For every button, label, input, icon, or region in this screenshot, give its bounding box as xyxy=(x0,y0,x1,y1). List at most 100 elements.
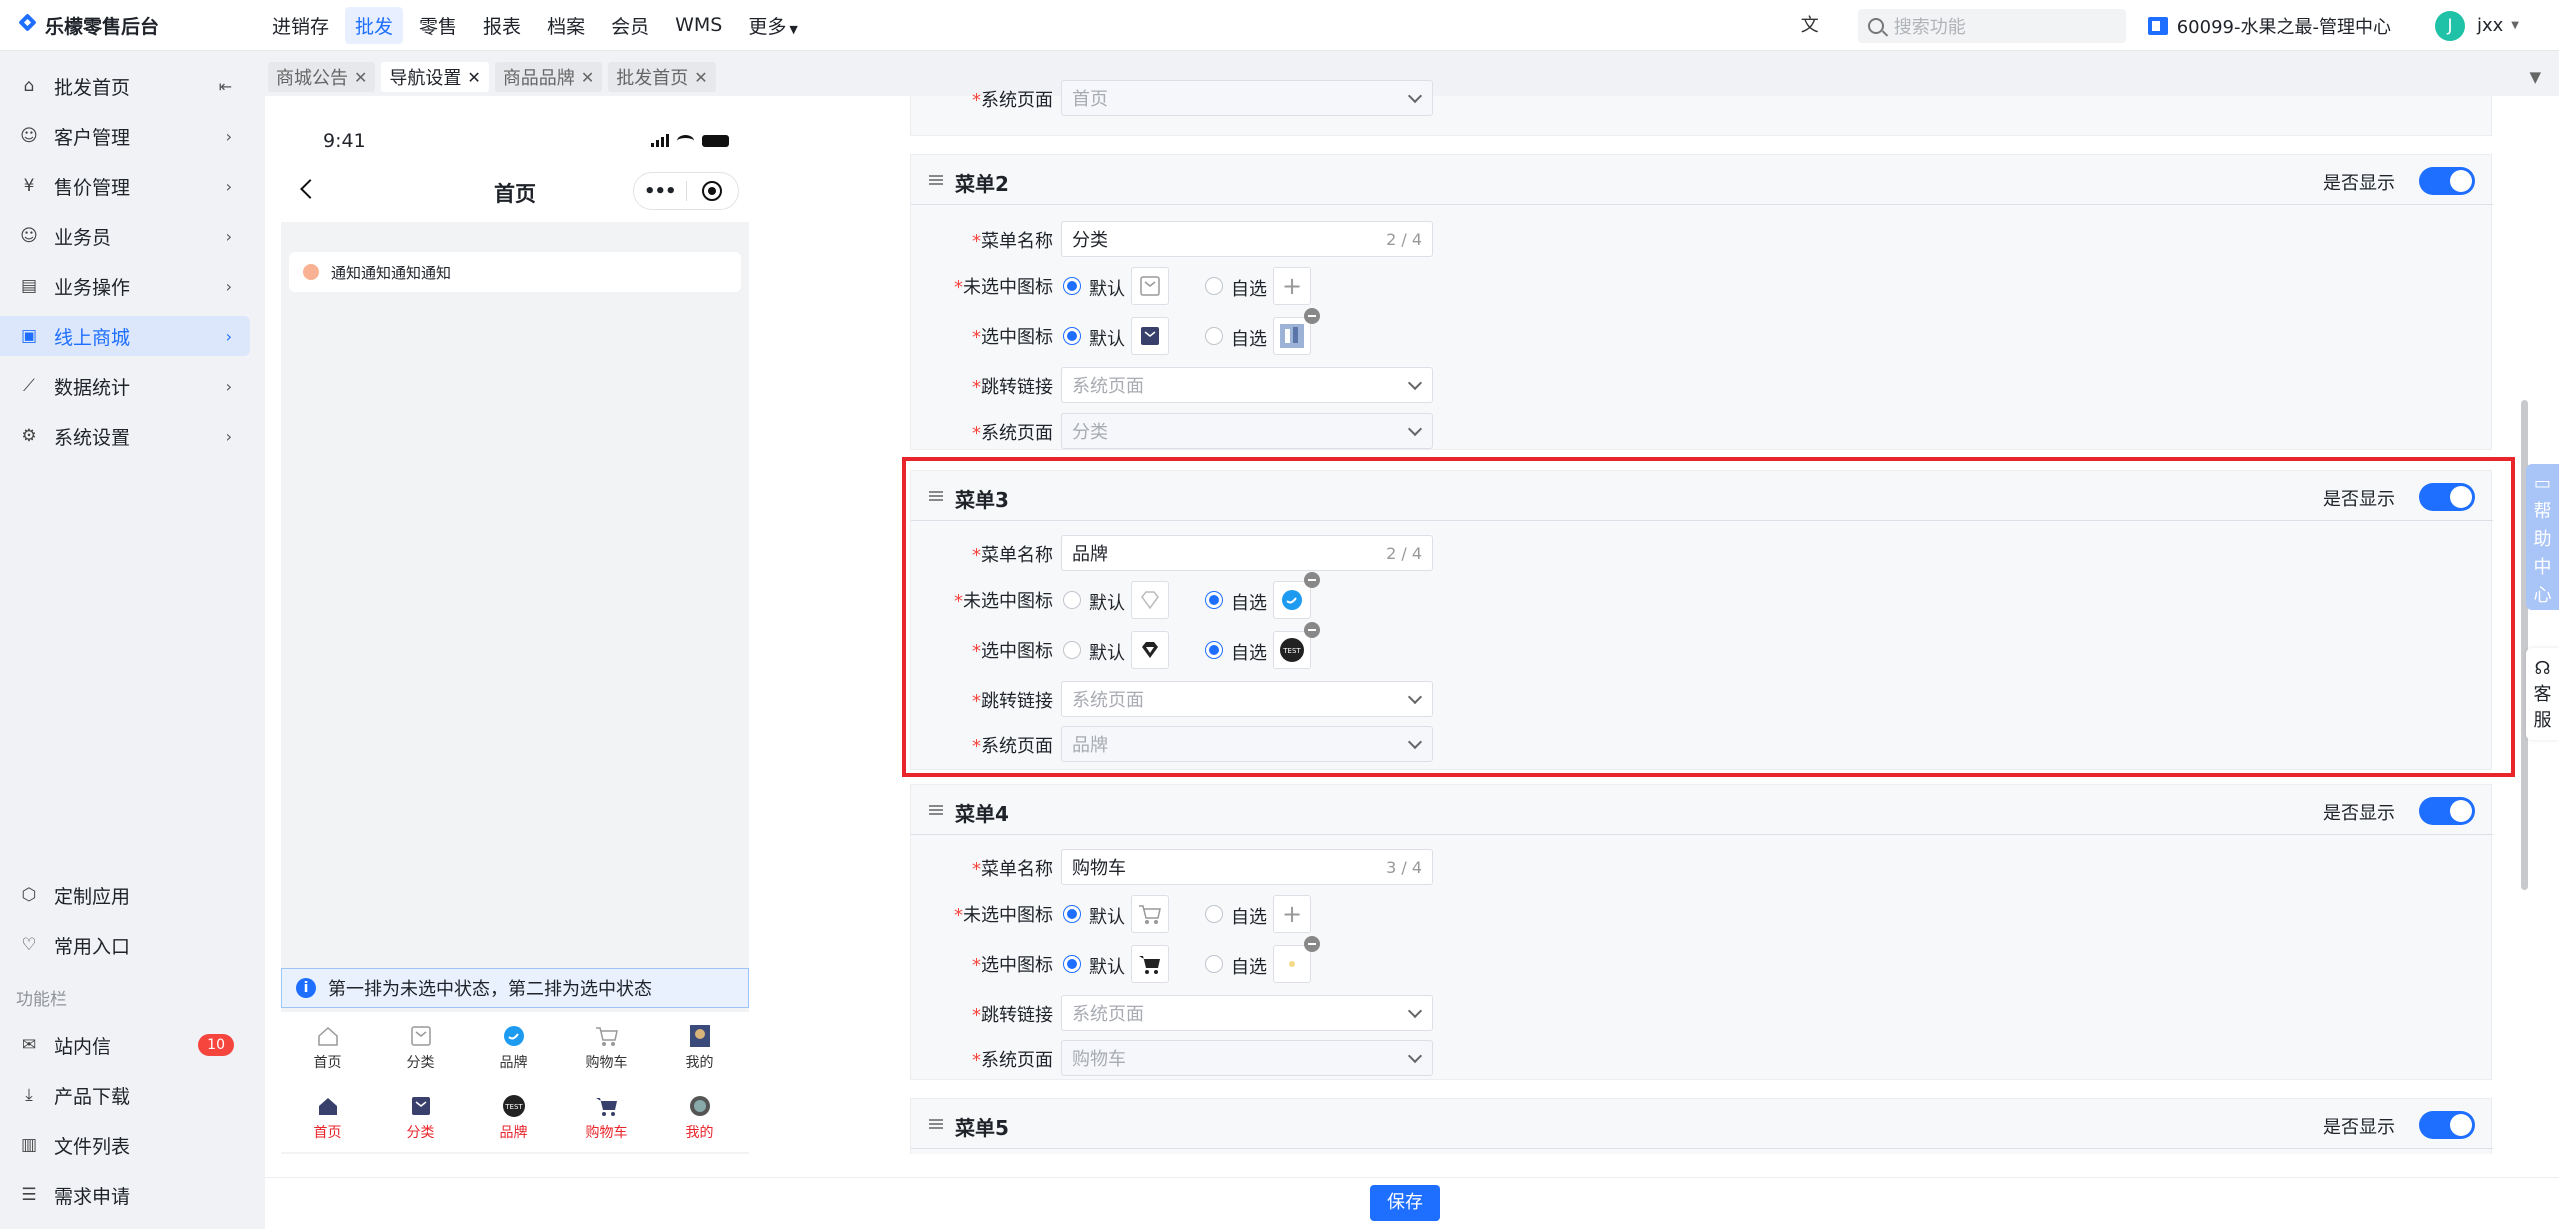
tab-brands[interactable]: 商品品牌 ✕ xyxy=(494,62,603,92)
menu-title: 菜单5 xyxy=(955,1116,1009,1140)
search-input[interactable]: 搜索功能 xyxy=(1857,8,2126,43)
default-radio[interactable] xyxy=(1063,905,1081,923)
remove-icon[interactable] xyxy=(1304,308,1320,324)
sidebar-item-label: 业务操作 xyxy=(54,276,131,299)
tab-wholesale-home[interactable]: 批发首页 ✕ xyxy=(608,62,716,92)
sidebar-item-customers[interactable]: ☺ 客户管理 › xyxy=(0,116,250,156)
selected-icon-row: *选中图标 默认 自选 xyxy=(911,936,1711,983)
default-radio[interactable] xyxy=(1063,327,1081,345)
chevron-down-icon[interactable]: ▼ xyxy=(2529,68,2541,86)
sidebar-item-requests[interactable]: ☰ 需求申请 xyxy=(0,1175,250,1215)
user-menu[interactable]: Jjxx ▼ xyxy=(2434,10,2519,41)
sidebar-item-pricing[interactable]: ¥ 售价管理 › xyxy=(0,166,250,206)
show-toggle[interactable] xyxy=(2419,1111,2475,1139)
close-icon[interactable]: ✕ xyxy=(694,68,707,87)
top-nav: 乐檬零售后台 进销存 批发 零售 报表 档案 会员 WMS 更多 ▼ 文 搜索功能… xyxy=(0,0,2559,51)
sidebar-item-label: 线上商城 xyxy=(54,326,131,349)
tabbar-label: 分类 xyxy=(406,1124,435,1141)
cart-filled-icon xyxy=(594,1093,620,1119)
help-center-button[interactable]: ▭ 帮助中心 xyxy=(2526,464,2559,610)
sidebar-item-wholesale-home[interactable]: ⌂ 批发首页 ⇤ xyxy=(0,66,250,106)
page-row: *系统页面 购物车 xyxy=(911,1038,1711,1078)
sidebar-item-label: 需求申请 xyxy=(54,1185,131,1208)
close-icon[interactable]: ✕ xyxy=(581,68,594,87)
main-nav: 进销存 批发 零售 报表 档案 会员 WMS 更多 ▼ xyxy=(262,6,808,44)
drag-handle-icon[interactable] xyxy=(929,175,943,185)
customer-service-button[interactable]: ☊ 客服 xyxy=(2526,648,2559,740)
sidebar-item-favorites[interactable]: ♡ 常用入口 xyxy=(0,925,250,965)
field-label-text: 菜单名称 xyxy=(981,859,1053,880)
system-page-select[interactable]: 分类 xyxy=(1061,413,1433,449)
notice-text: 通知通知通知通知 xyxy=(331,263,452,282)
nav-item-member[interactable]: 会员 xyxy=(601,7,659,44)
sidebar-item-files[interactable]: ▥ 文件列表 xyxy=(0,1125,250,1165)
sidebar-item-statistics[interactable]: ⟋ 数据统计 › xyxy=(0,366,250,406)
request-icon: ☰ xyxy=(21,1185,37,1205)
nav-item-retail[interactable]: 零售 xyxy=(409,7,467,44)
translate-icon[interactable]: 文 xyxy=(1798,14,1822,38)
upload-plus-icon[interactable]: + xyxy=(1273,267,1311,305)
sidebar-item-download[interactable]: ⤓ 产品下载 xyxy=(0,1075,250,1115)
default-radio[interactable] xyxy=(1063,277,1081,295)
sidebar-item-settings[interactable]: ⚙ 系统设置 › xyxy=(0,416,250,456)
sidebar-item-salesperson[interactable]: ☺ 业务员 › xyxy=(0,216,250,256)
menu-name-input[interactable]: 购物车 3 / 4 xyxy=(1061,849,1433,885)
show-toggle[interactable] xyxy=(2419,167,2475,195)
show-label: 是否显示 xyxy=(2323,1117,2395,1138)
sidebar-item-messages[interactable]: ✉ 站内信 10 xyxy=(0,1025,250,1065)
custom-radio[interactable] xyxy=(1205,327,1223,345)
upload-plus-icon[interactable]: + xyxy=(1273,895,1311,933)
custom-radio[interactable] xyxy=(1205,905,1223,923)
sidebar: ⌂ 批发首页 ⇤ ☺ 客户管理 › ¥ 售价管理 › ☺ 业务员 › ▤ 业务操作 › ▣ 线上商城 ›… xyxy=(0,51,262,1229)
sidebar-item-online-mall[interactable]: ▣ 线上商城 › xyxy=(0,316,250,356)
svg-text:TEST: TEST xyxy=(504,1103,523,1111)
chevron-down-icon xyxy=(1407,1003,1423,1019)
sidebar-item-label: 业务员 xyxy=(54,226,112,249)
tabbar-unselected-row: 首页 分类 品牌 购物车 我的 xyxy=(281,1012,749,1082)
brand-name: 乐檬零售后台 xyxy=(45,15,160,38)
tab-mall-notice[interactable]: 商城公告 ✕ xyxy=(268,62,376,92)
notice-bar: 通知通知通知通知 xyxy=(289,252,741,292)
more-dots-icon[interactable]: ••• xyxy=(634,181,686,202)
show-label: 是否显示 xyxy=(2323,803,2395,824)
close-icon[interactable]: ✕ xyxy=(354,68,367,87)
custom-radio[interactable] xyxy=(1205,277,1223,295)
tabbar-label: 分类 xyxy=(406,1054,435,1071)
system-page-select[interactable]: 首页 xyxy=(1061,80,1433,116)
show-toggle[interactable] xyxy=(2419,797,2475,825)
menu-header: 菜单2 是否显示 xyxy=(911,155,2493,205)
tab-nav-settings[interactable]: 导航设置 ✕ xyxy=(381,62,489,92)
home-outline-icon xyxy=(315,1023,341,1049)
sidebar-item-operations[interactable]: ▤ 业务操作 › xyxy=(0,266,250,306)
nav-item-wms[interactable]: WMS xyxy=(665,9,732,41)
nav-item-jxc[interactable]: 进销存 xyxy=(262,7,339,44)
headset-icon: ☊ xyxy=(2534,658,2551,679)
nav-item-archive[interactable]: 档案 xyxy=(537,7,595,44)
close-target-icon[interactable] xyxy=(686,181,738,201)
default-radio[interactable] xyxy=(1063,955,1081,973)
sidebar-item-label: 文件列表 xyxy=(54,1135,131,1158)
drag-handle-icon[interactable] xyxy=(929,805,943,815)
remove-icon[interactable] xyxy=(1304,936,1320,952)
nav-item-more[interactable]: 更多 ▼ xyxy=(738,7,807,44)
menu-name-input[interactable]: 分类 2 / 4 xyxy=(1061,221,1433,257)
input-value: 分类 xyxy=(1072,230,1108,251)
collapse-icon[interactable]: ⇤ xyxy=(219,77,232,96)
store-selector[interactable]: 60099-水果之最-管理中心 xyxy=(2147,13,2391,39)
brand[interactable]: 乐檬零售后台 xyxy=(0,12,262,39)
nav-item-report[interactable]: 报表 xyxy=(473,7,531,44)
drag-handle-icon[interactable] xyxy=(929,1119,943,1129)
unread-badge: 10 xyxy=(198,1034,234,1056)
test-badge-icon: TEST xyxy=(501,1093,527,1119)
custom-radio[interactable] xyxy=(1205,955,1223,973)
link-select[interactable]: 系统页面 xyxy=(1061,995,1433,1031)
sidebar-item-label: 常用入口 xyxy=(54,935,131,958)
cart-outline-icon xyxy=(594,1023,620,1049)
link-select[interactable]: 系统页面 xyxy=(1061,367,1433,403)
system-page-select[interactable]: 购物车 xyxy=(1061,1040,1433,1076)
close-icon[interactable]: ✕ xyxy=(467,68,480,87)
nav-item-wholesale[interactable]: 批发 xyxy=(345,6,404,44)
save-button[interactable]: 保存 xyxy=(1370,1185,1440,1221)
sidebar-item-custom-apps[interactable]: ⬡ 定制应用 xyxy=(0,875,250,915)
tabbar-label: 购物车 xyxy=(585,1054,628,1071)
